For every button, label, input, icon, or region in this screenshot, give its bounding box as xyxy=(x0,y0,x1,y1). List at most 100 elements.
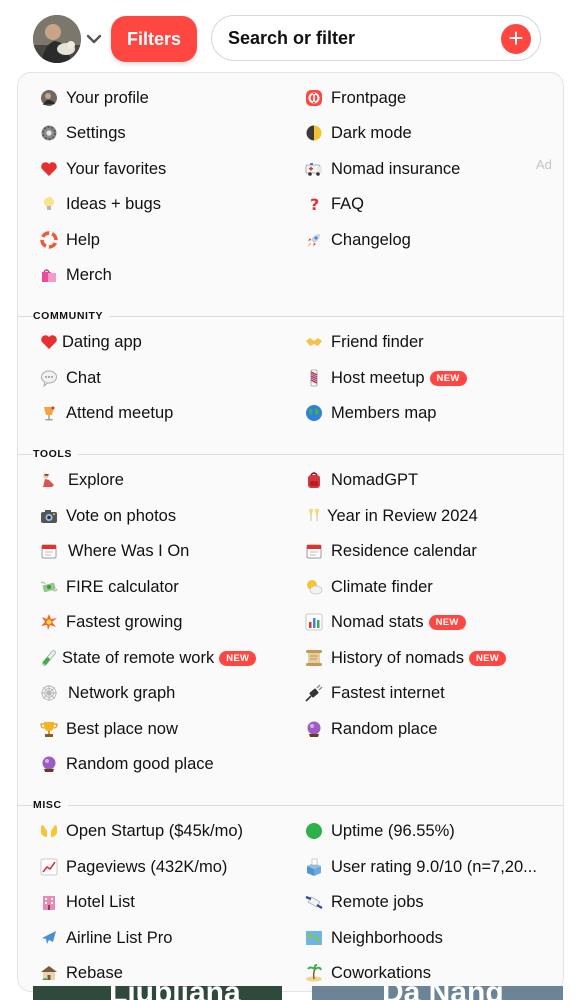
menu-item-random-good-place[interactable]: Random good place xyxy=(40,750,214,778)
menu-item-nomad-insurance[interactable]: Nomad insurance xyxy=(305,155,460,183)
menu-item-climate-finder[interactable]: Climate finder xyxy=(305,573,433,601)
menu-item-remote-jobs[interactable]: Remote jobs xyxy=(305,888,424,916)
bar-chart-icon xyxy=(305,613,323,631)
menu-item-open-startup[interactable]: Open Startup ($45k/mo) xyxy=(40,817,243,845)
menu-item-friend-finder[interactable]: Friend finder xyxy=(305,328,424,356)
menu-item-fastest-growing[interactable]: Fastest growing xyxy=(40,608,182,636)
menu-item-settings[interactable]: Settings xyxy=(40,119,126,147)
menu-item-label: Settings xyxy=(66,123,126,142)
city-card-ljubljana[interactable]: Ljubljana xyxy=(33,986,282,1000)
menu-item-network-graph[interactable]: Network graph xyxy=(40,679,175,707)
menu-item-label: Attend meetup xyxy=(66,403,174,422)
handshake-icon xyxy=(305,333,323,351)
calendar-icon xyxy=(305,542,323,560)
menu-item-label: FAQ xyxy=(331,194,365,213)
menu-item-coworkations[interactable]: Coworkations xyxy=(305,959,431,987)
menu-item-label: History of nomads xyxy=(331,648,464,667)
menu-item-help[interactable]: Help xyxy=(40,226,100,254)
calendar-icon xyxy=(40,542,58,560)
menu-item-label: Help xyxy=(66,230,100,249)
ballot-box-icon xyxy=(305,858,323,876)
menu-item-dating-app[interactable]: Dating app xyxy=(40,328,142,356)
filters-button[interactable]: Filters xyxy=(111,16,197,62)
menu-item-label: Network graph xyxy=(68,683,176,702)
user-avatar[interactable] xyxy=(33,15,81,63)
menu-item-chat[interactable]: Chat xyxy=(40,364,101,392)
flying-money-icon xyxy=(305,893,323,911)
city-card-name: Ljubljana xyxy=(109,986,241,1000)
section-divider xyxy=(18,805,563,806)
menu-item-explore[interactable]: Explore xyxy=(40,466,124,494)
add-icon[interactable]: + xyxy=(501,24,531,54)
menu-item-vote-on-photos[interactable]: Vote on photos xyxy=(40,502,176,530)
money-wings-icon xyxy=(40,578,58,596)
menu-item-your-profile[interactable]: Your profile xyxy=(40,84,149,112)
airplane-icon xyxy=(40,929,58,947)
menu-item-state-of-remote-work[interactable]: State of remote work NEW xyxy=(40,644,257,672)
menu-item-label: Merch xyxy=(66,265,112,284)
map-icon xyxy=(305,929,323,947)
menu-item-ideas-bugs[interactable]: Ideas + bugs xyxy=(40,190,161,218)
ambulance-icon xyxy=(305,160,323,178)
menu-item-label: Your favorites xyxy=(66,159,167,178)
frontpage-icon xyxy=(305,89,323,107)
menu-item-label: Friend finder xyxy=(331,332,424,351)
menu-item-best-place-now[interactable]: Best place now xyxy=(40,715,178,743)
menu-item-members-map[interactable]: Members map xyxy=(305,399,436,427)
menu-item-label: Residence calendar xyxy=(331,541,477,560)
menu-item-label: FIRE calculator xyxy=(66,577,179,596)
menu-item-fire-calculator[interactable]: FIRE calculator xyxy=(40,573,179,601)
city-card-da-nang[interactable]: Da Nang xyxy=(312,986,563,1000)
menu-item-attend-meetup[interactable]: Attend meetup xyxy=(40,399,173,427)
menu-item-label: Uptime (96.55%) xyxy=(331,821,455,840)
menu-item-dark-mode[interactable]: Dark mode xyxy=(305,119,412,147)
section-title-misc: MISC xyxy=(33,799,68,811)
menu-item-neighborhoods[interactable]: Neighborhoods xyxy=(305,924,443,952)
city-card-name: Da Nang xyxy=(382,986,504,1000)
menu-item-uptime[interactable]: Uptime (96.55%) xyxy=(305,817,455,845)
hotel-icon xyxy=(40,893,58,911)
search-input[interactable]: Search or filter + xyxy=(211,15,541,61)
half-moon-icon xyxy=(305,124,323,142)
menu-item-merch[interactable]: Merch xyxy=(40,261,112,289)
question-mark-icon: ? xyxy=(305,195,323,213)
menu-item-nomadgpt[interactable]: NomadGPT xyxy=(305,466,418,494)
menu-item-where-was-i-on[interactable]: Where Was I On xyxy=(40,537,189,565)
shopping-bags-icon xyxy=(40,266,58,284)
menu-item-year-in-review[interactable]: Year in Review 2024 xyxy=(305,502,478,530)
menu-item-label: Members map xyxy=(331,403,437,422)
menu-item-label: Where Was I On xyxy=(68,541,190,560)
menu-item-fastest-internet[interactable]: Fastest internet xyxy=(305,679,445,707)
menu-item-label: User rating 9.0/10 (n=7,20... xyxy=(331,857,537,876)
menu-item-your-favorites[interactable]: Your favorites xyxy=(40,155,166,183)
new-badge: NEW xyxy=(468,650,507,666)
section-divider xyxy=(18,454,563,455)
section-title-tools: TOOLS xyxy=(33,448,78,460)
globe-icon xyxy=(305,404,323,422)
menu-item-changelog[interactable]: Changelog xyxy=(305,226,411,254)
menu-item-airline-list-pro[interactable]: Airline List Pro xyxy=(40,924,172,952)
menu-item-user-rating[interactable]: User rating 9.0/10 (n=7,20... xyxy=(305,853,537,881)
menu-item-rebase[interactable]: Rebase xyxy=(40,959,123,987)
menu-item-label: Dating app xyxy=(62,332,142,351)
menu-item-label: Open Startup ($45k/mo) xyxy=(66,821,244,840)
menu-item-host-meetup[interactable]: Host meetup NEW xyxy=(305,364,467,392)
chevron-down-icon[interactable] xyxy=(86,33,102,45)
menu-item-faq[interactable]: ? FAQ xyxy=(305,190,364,218)
menu-item-pageviews[interactable]: Pageviews (432K/mo) xyxy=(40,853,227,881)
menu-item-label: Nomad insurance xyxy=(331,159,461,178)
menu-item-nomad-stats[interactable]: Nomad stats NEW xyxy=(305,608,466,636)
menu-item-label: Rebase xyxy=(66,963,123,982)
menu-item-frontpage[interactable]: Frontpage xyxy=(305,84,406,112)
lightbulb-icon xyxy=(40,195,58,213)
menu-item-random-place[interactable]: Random place xyxy=(305,715,437,743)
menu-item-hotel-list[interactable]: Hotel List xyxy=(40,888,135,916)
open-hands-icon xyxy=(40,822,58,840)
test-tube-icon xyxy=(40,649,58,667)
crystal-ball-icon xyxy=(305,720,323,738)
svg-text:?: ? xyxy=(310,195,319,213)
menu-item-residence-calendar[interactable]: Residence calendar xyxy=(305,537,477,565)
cobweb-icon xyxy=(40,684,58,702)
menu-item-history-of-nomads[interactable]: History of nomads NEW xyxy=(305,644,507,672)
menu-item-label: Vote on photos xyxy=(66,506,177,525)
